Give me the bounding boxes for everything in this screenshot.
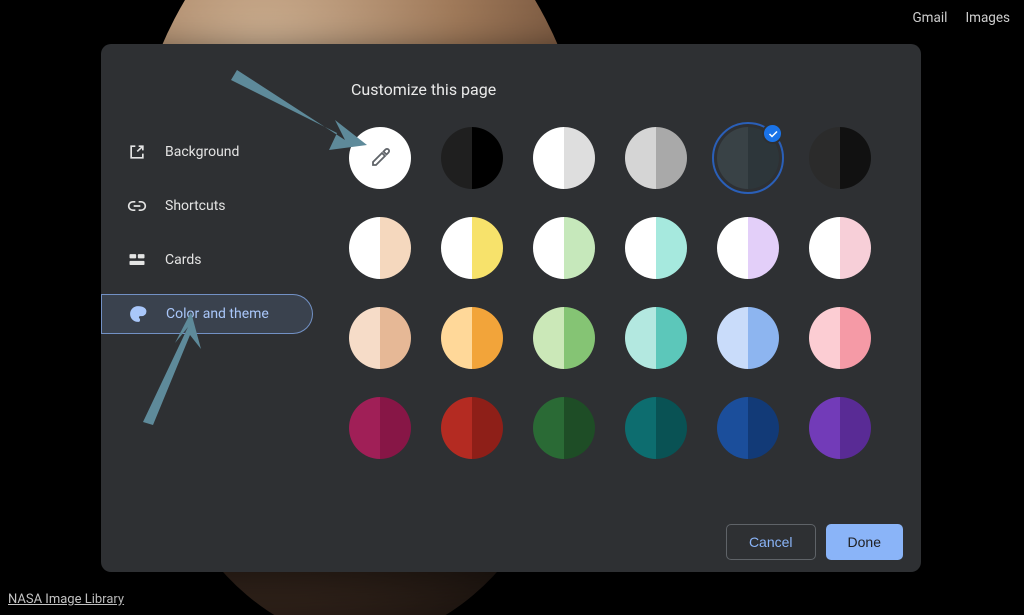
modal-main: Customize this page bbox=[319, 44, 921, 512]
color-swatch[interactable] bbox=[349, 307, 411, 369]
color-swatch[interactable] bbox=[809, 307, 871, 369]
color-swatch[interactable] bbox=[533, 307, 595, 369]
cards-icon bbox=[127, 250, 147, 270]
color-swatch[interactable] bbox=[441, 127, 503, 189]
header-links: Gmail Images bbox=[912, 10, 1010, 26]
check-badge-icon bbox=[762, 123, 783, 144]
color-swatch[interactable] bbox=[809, 397, 871, 459]
color-swatch[interactable] bbox=[717, 217, 779, 279]
color-swatch[interactable] bbox=[533, 397, 595, 459]
done-button[interactable]: Done bbox=[826, 524, 903, 560]
color-swatch[interactable] bbox=[441, 307, 503, 369]
gmail-link[interactable]: Gmail bbox=[912, 10, 947, 26]
color-swatch[interactable] bbox=[441, 397, 503, 459]
modal-footer: Cancel Done bbox=[101, 512, 921, 572]
image-frame-icon bbox=[127, 142, 147, 162]
color-swatch[interactable] bbox=[533, 217, 595, 279]
color-swatch[interactable] bbox=[349, 397, 411, 459]
sidebar-item-shortcuts[interactable]: Shortcuts bbox=[101, 186, 313, 226]
color-swatch[interactable] bbox=[809, 127, 871, 189]
color-swatch[interactable] bbox=[349, 217, 411, 279]
color-swatch[interactable] bbox=[625, 217, 687, 279]
color-swatch[interactable] bbox=[717, 397, 779, 459]
annotation-arrow-to-picker bbox=[217, 60, 377, 170]
color-swatch[interactable] bbox=[533, 127, 595, 189]
color-swatch[interactable] bbox=[441, 217, 503, 279]
color-swatch[interactable] bbox=[809, 217, 871, 279]
color-swatch[interactable] bbox=[717, 307, 779, 369]
color-swatch[interactable] bbox=[625, 127, 687, 189]
link-icon bbox=[127, 196, 147, 216]
color-swatch-grid bbox=[349, 127, 891, 459]
sidebar-item-cards[interactable]: Cards bbox=[101, 240, 313, 280]
annotation-arrow-to-sidebar bbox=[133, 307, 223, 427]
color-swatch[interactable] bbox=[625, 307, 687, 369]
cancel-button[interactable]: Cancel bbox=[726, 524, 816, 560]
modal-title: Customize this page bbox=[351, 80, 891, 99]
color-swatch[interactable] bbox=[717, 127, 779, 189]
sidebar-item-label: Shortcuts bbox=[165, 198, 226, 214]
images-link[interactable]: Images bbox=[965, 10, 1010, 26]
attribution-link[interactable]: NASA Image Library bbox=[8, 592, 124, 607]
sidebar-item-label: Cards bbox=[165, 252, 201, 268]
color-swatch[interactable] bbox=[625, 397, 687, 459]
